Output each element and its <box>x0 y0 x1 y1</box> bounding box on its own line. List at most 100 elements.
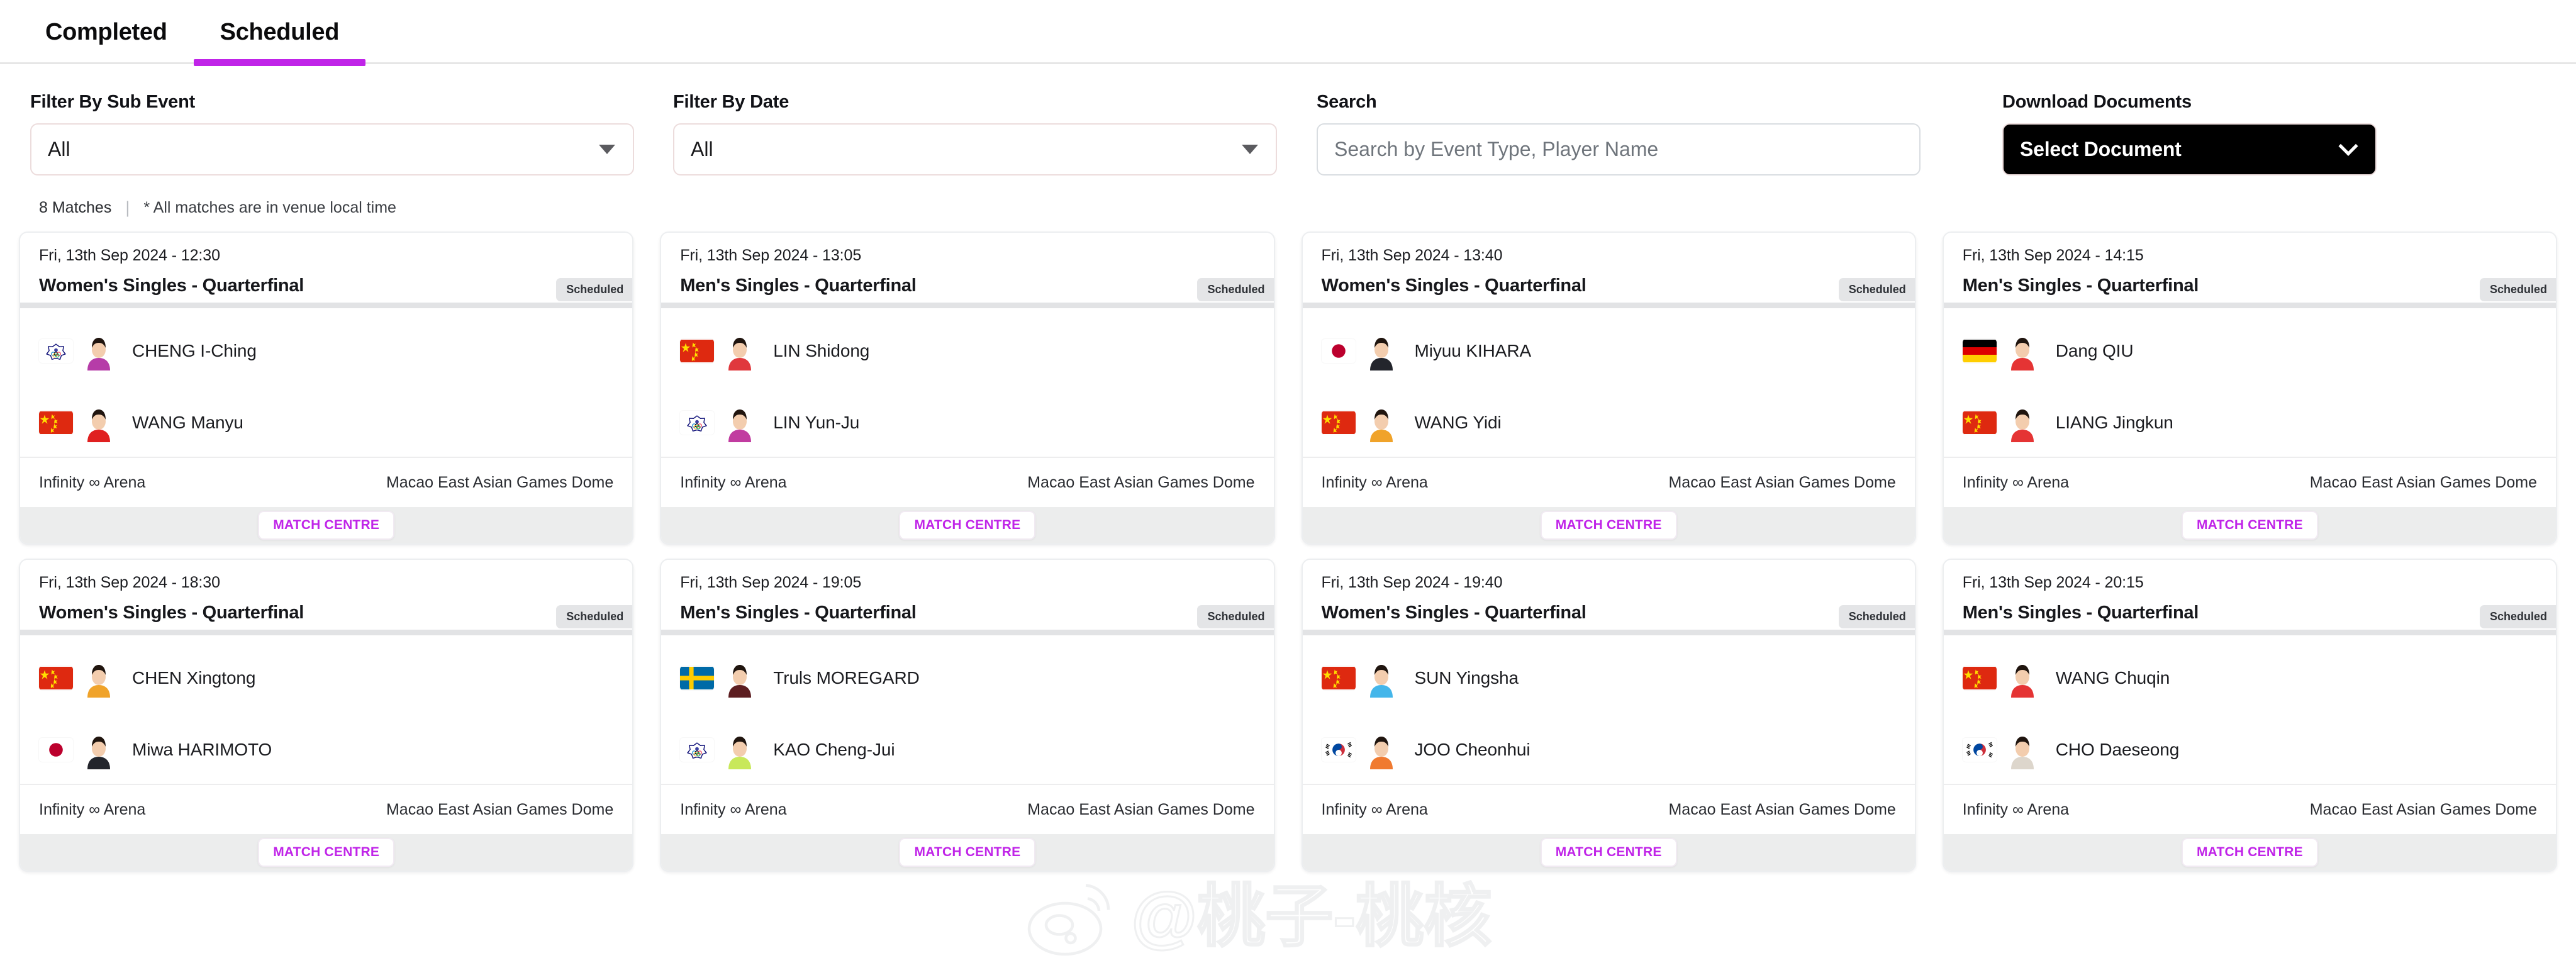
player-name: LIN Yun-Ju <box>773 412 860 432</box>
tab-completed-label: Completed <box>45 18 167 45</box>
flag-icon-swe <box>680 666 715 690</box>
venue-location: Macao East Asian Games Dome <box>2309 473 2537 491</box>
header-divider <box>1302 630 1915 635</box>
header-divider <box>20 303 633 308</box>
player-name: Truls MOREGARD <box>773 667 920 688</box>
tab-completed[interactable]: Completed <box>19 0 194 64</box>
match-datetime: Fri, 13th Sep 2024 - 13:40 <box>1321 247 1503 264</box>
match-card[interactable]: Fri, 13th Sep 2024 - 18:30 Women's Singl… <box>19 559 634 872</box>
tab-underline-completed <box>19 59 194 66</box>
filter-sub-event-value: All <box>48 138 70 160</box>
search-box[interactable] <box>1317 123 1921 176</box>
match-centre-button[interactable]: MATCH CENTRE <box>1540 511 1677 540</box>
venue-name: Infinity ∞ Arena <box>1321 473 1428 491</box>
meta-row: 8 Matches | * All matches are in venue l… <box>0 176 2576 218</box>
match-datetime: Fri, 13th Sep 2024 - 20:15 <box>1962 574 2144 591</box>
venue-location: Macao East Asian Games Dome <box>2309 800 2537 818</box>
header-divider <box>661 630 1274 635</box>
match-centre-button[interactable]: MATCH CENTRE <box>2181 838 2318 867</box>
venue-location: Macao East Asian Games Dome <box>386 800 614 818</box>
filter-date-select[interactable]: All <box>673 123 1277 176</box>
venue-name: Infinity ∞ Arena <box>39 800 146 818</box>
match-title: Women's Singles - Quarterfinal <box>1321 276 1586 296</box>
player-name: Dang QIU <box>2055 340 2134 360</box>
search-label: Search <box>1317 92 1377 112</box>
select-document-button[interactable]: Select Document <box>2002 123 2377 176</box>
status-badge: Scheduled <box>556 278 633 302</box>
venue-name: Infinity ∞ Arena <box>1962 800 2070 818</box>
select-document-value: Select Document <box>2020 138 2182 160</box>
player-list: SUN Yingsha JOO Cheonhui <box>1302 635 1915 785</box>
filter-date-value: All <box>691 138 713 160</box>
status-badge: Scheduled <box>1197 278 1274 302</box>
match-card[interactable]: Fri, 13th Sep 2024 - 20:15 Men's Singles… <box>1942 559 2557 872</box>
match-datetime: Fri, 13th Sep 2024 - 18:30 <box>39 574 220 591</box>
match-card-footer: MATCH CENTRE <box>1302 834 1915 871</box>
venue-row: Infinity ∞ Arena Macao East Asian Games … <box>661 457 1274 508</box>
player-row: LIN Shidong <box>680 323 1254 379</box>
player-row: LIN Yun-Ju <box>680 395 1254 450</box>
match-card-header: Fri, 13th Sep 2024 - 19:40 Women's Singl… <box>1302 560 1915 630</box>
match-card[interactable]: Fri, 13th Sep 2024 - 12:30 Women's Singl… <box>19 231 634 545</box>
match-card[interactable]: Fri, 13th Sep 2024 - 13:40 Women's Singl… <box>1301 231 1916 545</box>
match-card-footer: MATCH CENTRE <box>661 834 1274 871</box>
player-avatar <box>2005 658 2039 698</box>
player-row: Miyuu KIHARA <box>1321 323 1896 379</box>
match-centre-button[interactable]: MATCH CENTRE <box>899 511 1036 540</box>
venue-name: Infinity ∞ Arena <box>1321 800 1428 818</box>
match-title: Women's Singles - Quarterfinal <box>39 276 304 296</box>
player-avatar <box>2005 403 2039 442</box>
match-card[interactable]: Fri, 13th Sep 2024 - 14:15 Men's Singles… <box>1942 231 2557 545</box>
tab-scheduled[interactable]: Scheduled <box>193 0 366 66</box>
flag-icon-chn <box>1321 666 1356 690</box>
player-name: LIANG Jingkun <box>2055 412 2173 432</box>
status-badge: Scheduled <box>1838 605 1915 629</box>
venue-location: Macao East Asian Games Dome <box>1027 800 1255 818</box>
match-card-header: Fri, 13th Sep 2024 - 18:30 Women's Singl… <box>20 560 633 630</box>
match-centre-button[interactable]: MATCH CENTRE <box>258 838 395 867</box>
download-documents-group: Download Documents Select Document <box>2002 92 2380 176</box>
player-list: Miyuu KIHARA WANG Yidi <box>1302 308 1915 458</box>
match-card-footer: MATCH CENTRE <box>661 507 1274 543</box>
match-datetime: Fri, 13th Sep 2024 - 14:15 <box>1962 247 2144 264</box>
match-centre-button[interactable]: MATCH CENTRE <box>2181 511 2318 540</box>
player-row: CHEN Xingtong <box>39 650 613 706</box>
match-centre-button[interactable]: MATCH CENTRE <box>258 511 395 540</box>
flag-icon-chn <box>680 339 715 363</box>
venue-row: Infinity ∞ Arena Macao East Asian Games … <box>1302 784 1915 835</box>
match-centre-button[interactable]: MATCH CENTRE <box>899 838 1036 867</box>
match-card-header: Fri, 13th Sep 2024 - 19:05 Men's Singles… <box>661 560 1274 630</box>
filter-bar: Filter By Sub Event All Filter By Date A… <box>0 64 2576 176</box>
match-title: Men's Singles - Quarterfinal <box>1962 603 2199 623</box>
player-name: Miwa HARIMOTO <box>132 739 272 759</box>
player-name: LIN Shidong <box>773 340 870 360</box>
player-list: Dang QIU LIANG Jingkun <box>1943 308 2556 458</box>
player-avatar <box>723 403 757 442</box>
match-card[interactable]: Fri, 13th Sep 2024 - 19:40 Women's Singl… <box>1301 559 1916 872</box>
match-card[interactable]: Fri, 13th Sep 2024 - 13:05 Men's Singles… <box>660 231 1275 545</box>
flag-icon-chn <box>1962 666 1997 690</box>
player-name: Miyuu KIHARA <box>1414 340 1532 360</box>
search-input[interactable] <box>1334 138 1903 161</box>
venue-row: Infinity ∞ Arena Macao East Asian Games … <box>661 784 1274 835</box>
match-card[interactable]: Fri, 13th Sep 2024 - 19:05 Men's Singles… <box>660 559 1275 872</box>
flag-icon-chn <box>39 666 73 690</box>
status-badge: Scheduled <box>1197 605 1274 629</box>
venue-location: Macao East Asian Games Dome <box>1027 473 1255 491</box>
player-avatar <box>2005 331 2039 370</box>
match-card-footer: MATCH CENTRE <box>20 834 633 871</box>
match-centre-button[interactable]: MATCH CENTRE <box>1540 838 1677 867</box>
player-row: WANG Yidi <box>1321 395 1896 450</box>
player-name: WANG Chuqin <box>2055 667 2170 688</box>
player-name: CHENG I-Ching <box>132 340 257 360</box>
status-badge: Scheduled <box>1838 278 1915 302</box>
match-card-header: Fri, 13th Sep 2024 - 12:30 Women's Singl… <box>20 233 633 303</box>
match-datetime: Fri, 13th Sep 2024 - 13:05 <box>680 247 862 264</box>
player-row: SUN Yingsha <box>1321 650 1896 706</box>
match-card-header: Fri, 13th Sep 2024 - 14:15 Men's Singles… <box>1943 233 2556 303</box>
venue-row: Infinity ∞ Arena Macao East Asian Games … <box>20 457 633 508</box>
match-count: 8 Matches <box>39 199 112 216</box>
filter-sub-event-select[interactable]: All <box>30 123 634 176</box>
venue-location: Macao East Asian Games Dome <box>386 473 614 491</box>
player-row: LIANG Jingkun <box>1962 395 2537 450</box>
